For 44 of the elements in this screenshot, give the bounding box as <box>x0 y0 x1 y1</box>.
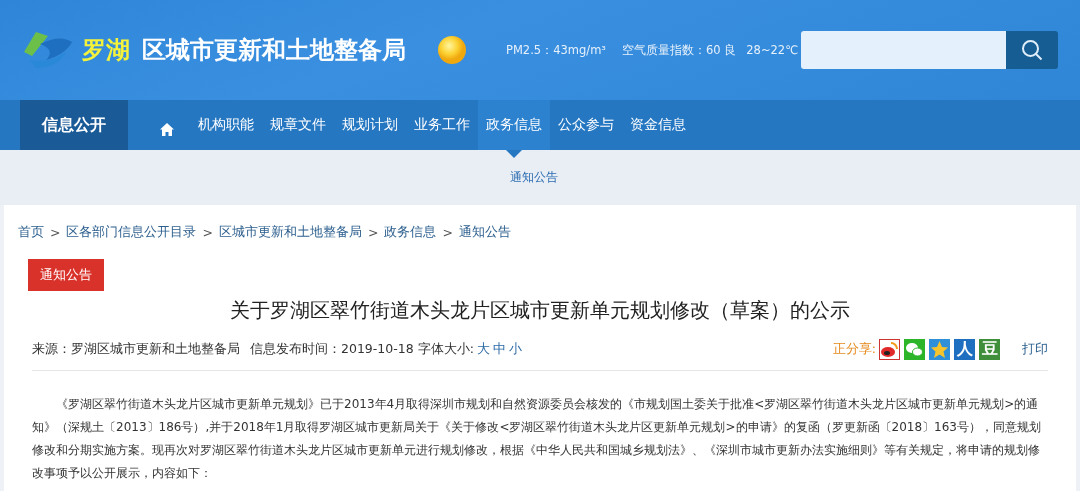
subnav-link[interactable]: 通知公告 <box>510 169 558 186</box>
breadcrumb-separator: > <box>50 224 61 240</box>
article-title: 关于罗湖区翠竹街道木头龙片区城市更新单元规划修改（草案）的公示 <box>229 297 851 324</box>
section-title: 信息公开 <box>20 100 128 150</box>
breadcrumb-separator: > <box>202 224 213 240</box>
breadcrumb-link[interactable]: 政务信息 <box>384 223 437 241</box>
star-icon[interactable] <box>929 338 950 360</box>
article-paragraph: 《罗湖区翠竹街道木头龙片区城市更新单元规划》已于2013年4月取得深圳市规划和自然资源委员会核发的《市规划国土委关于批准<罗湖区翠竹街道木头龙片区城市更新单元规划>的通知》（深规土〔2013〕186号）,并于2018年1月取得罗湖区城市更新局关于《关于修改<罗湖区翠竹街道木头龙片区更新单元规划>的申请》的复函（罗更新函〔2018〕163号），同意规划修改和分期实施方案。现再次对罗湖区翠竹街道木头龙片区城市更新单元进行规划修改，根据《中华人民共和国城乡规划法》、《深圳市城市更新办法实施细则》等有关规定，将申请的规划修改事项予以公开展示，内容如下： <box>32 396 1042 482</box>
sun-icon <box>436 34 468 66</box>
site-title: 区城市更新和土地整备局 <box>142 35 406 66</box>
logo-text: 罗湖 <box>82 35 130 66</box>
nav-item[interactable]: 规划计划 <box>334 100 406 158</box>
nav-item[interactable]: 政务信息 <box>478 100 550 158</box>
breadcrumb-link[interactable]: 区城市更新和土地整备局 <box>218 223 362 241</box>
share-label: 正分享: <box>832 340 876 358</box>
font-size-link[interactable]: 大 <box>476 340 490 358</box>
search-field[interactable] <box>801 31 1006 69</box>
print-link[interactable]: 打印 <box>1022 340 1048 358</box>
home-icon <box>160 122 174 136</box>
breadcrumb-link[interactable]: 首页 <box>18 223 44 241</box>
renren-button[interactable]: 人 <box>954 338 975 360</box>
breadcrumb-link[interactable]: 区各部门信息公开目录 <box>66 223 197 241</box>
search-icon <box>1021 39 1043 61</box>
nav-item[interactable]: 公众参与 <box>550 100 622 158</box>
category-tag: 通知公告 <box>28 259 104 291</box>
temperature: 28~22℃ <box>746 43 799 57</box>
nav-item[interactable]: 机构职能 <box>190 100 262 158</box>
breadcrumb-separator: > <box>442 224 453 240</box>
nav-item[interactable]: 业务工作 <box>406 100 478 158</box>
font-size-label: 字体大小: <box>417 340 474 358</box>
nav-item[interactable]: 规章文件 <box>262 100 334 158</box>
font-size-link[interactable]: 小 <box>508 340 522 358</box>
pm25-reading: PM2.5：43mg/m³ <box>506 42 606 58</box>
font-size-link[interactable]: 中 <box>492 340 506 358</box>
nav-item[interactable]: 资金信息 <box>622 100 694 158</box>
air-quality: 空气质量指数：60 良 <box>621 42 737 58</box>
breadcrumb-separator: > <box>367 224 379 240</box>
weibo-icon[interactable] <box>879 338 900 360</box>
source-text: 来源：罗湖区城市更新和土地整备局 <box>32 340 240 358</box>
publish-date: 信息发布时间：2019-10-18 <box>250 340 414 358</box>
search-button[interactable] <box>1006 31 1058 69</box>
logo-icon <box>22 30 74 70</box>
douban-button[interactable]: 豆 <box>979 338 1000 360</box>
breadcrumb-link[interactable]: 通知公告 <box>458 223 511 241</box>
